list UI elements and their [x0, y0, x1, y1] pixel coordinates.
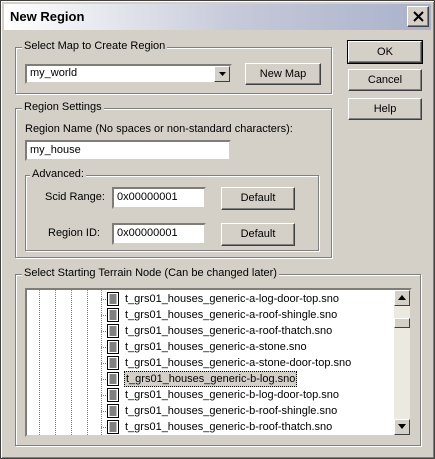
- scroll-down-button[interactable]: [394, 419, 410, 435]
- tree-item[interactable]: t_grs01_houses_generic-b-roof-thatch.sno: [27, 419, 397, 435]
- help-label: Help: [373, 103, 397, 115]
- file-icon: [107, 420, 119, 434]
- map-select-arrow[interactable]: [214, 66, 230, 82]
- map-group: Select Map to Create Region my_world New…: [15, 40, 332, 94]
- tree-item[interactable]: t_grs01_houses_generic-a-stone.sno: [27, 339, 397, 355]
- tree-item[interactable]: t_grs01_houses_generic-b-roof-shingle.sn…: [27, 403, 397, 419]
- file-icon: [107, 388, 119, 402]
- scroll-down-arrow-icon: [398, 424, 406, 429]
- file-icon: [107, 308, 119, 322]
- tree-item-label: t_grs01_houses_generic-a-log-door-top.sn…: [125, 293, 340, 305]
- tree-item-label: t_grs01_houses_generic-b-log.sno: [124, 371, 298, 387]
- terrain-group-label: Select Starting Terrain Node (Can be cha…: [22, 267, 279, 279]
- file-icon: [107, 372, 119, 386]
- region-id-label: Region ID:: [48, 227, 100, 239]
- region-name-value: my_house: [30, 144, 81, 156]
- tree-item-label: t_grs01_houses_generic-b-log-door-top.sn…: [125, 389, 340, 401]
- file-icon: [107, 356, 119, 370]
- tree-item-label: t_grs01_houses_generic-b-roof-thatch.sno: [125, 421, 333, 433]
- advanced-label: Advanced:: [30, 168, 86, 180]
- map-group-label: Select Map to Create Region: [22, 40, 168, 52]
- tree-item-label: t_grs01_houses_generic-a-roof-shingle.sn…: [125, 309, 338, 321]
- scroll-up-button[interactable]: [394, 290, 410, 306]
- tree-item-label: t_grs01_houses_generic-a-stone.sno: [125, 341, 307, 353]
- close-icon: [413, 11, 424, 22]
- cancel-label: Cancel: [367, 74, 403, 86]
- scroll-thumb[interactable]: [394, 318, 410, 328]
- file-icon: [107, 292, 119, 306]
- help-button[interactable]: Help: [348, 98, 422, 120]
- scid-range-value: 0x00000001: [117, 191, 178, 203]
- region-settings-group: Region Settings Region Name (No spaces o…: [15, 101, 332, 258]
- advanced-group: Advanced: Scid Range: 0x00000001 Default…: [25, 168, 319, 251]
- region-name-label: Region Name (No spaces or non-standard c…: [25, 123, 293, 135]
- map-select-value: my_world: [30, 67, 78, 79]
- scid-range-input[interactable]: 0x00000001: [112, 187, 206, 209]
- chevron-down-icon: [219, 72, 226, 76]
- close-button[interactable]: [407, 6, 429, 27]
- map-select[interactable]: my_world: [25, 64, 232, 84]
- scid-default-label: Default: [240, 192, 276, 204]
- terrain-tree[interactable]: t_grs01_houses_generic-a-log-door-top.sn…: [25, 288, 412, 437]
- ok-label: OK: [377, 46, 393, 58]
- file-icon: [107, 324, 119, 338]
- tree-scrollbar[interactable]: [394, 290, 410, 435]
- tree-item[interactable]: t_grs01_houses_generic-a-roof-shingle.sn…: [27, 307, 397, 323]
- tree-item[interactable]: t_grs01_houses_generic-b-log.sno: [27, 371, 397, 387]
- region-name-input[interactable]: my_house: [25, 140, 231, 161]
- region-id-default-button[interactable]: Default: [221, 223, 295, 246]
- tree-item[interactable]: t_grs01_houses_generic-a-roof-thatch.sno: [27, 323, 397, 339]
- region-settings-label: Region Settings: [22, 101, 104, 113]
- cancel-button[interactable]: Cancel: [348, 69, 422, 91]
- region-id-input[interactable]: 0x00000001: [112, 223, 206, 245]
- scroll-up-arrow-icon: [398, 295, 406, 300]
- region-id-default-label: Default: [240, 228, 276, 240]
- scid-default-button[interactable]: Default: [221, 187, 295, 210]
- scid-range-label: Scid Range:: [45, 191, 105, 203]
- tree-item[interactable]: t_grs01_houses_generic-b-log-door-top.sn…: [27, 387, 397, 403]
- tree-item-label: t_grs01_houses_generic-a-stone-door-top.…: [125, 357, 352, 369]
- tree-item-label: t_grs01_houses_generic-a-roof-thatch.sno: [125, 325, 333, 337]
- file-icon: [107, 404, 119, 418]
- ok-button[interactable]: OK: [347, 40, 423, 64]
- tree-item[interactable]: t_grs01_houses_generic-a-log-door-top.sn…: [27, 291, 397, 307]
- tree-item[interactable]: t_grs01_houses_generic-a-stone-door-top.…: [27, 355, 397, 371]
- title-bar[interactable]: New Region: [4, 4, 431, 30]
- new-map-button[interactable]: New Map: [245, 63, 321, 85]
- file-icon: [107, 340, 119, 354]
- window-title: New Region: [10, 9, 85, 24]
- region-id-value: 0x00000001: [117, 227, 178, 239]
- new-region-dialog: New Region Select Map to Create Region m…: [0, 0, 435, 459]
- new-map-label: New Map: [259, 68, 307, 80]
- tree-item-label: t_grs01_houses_generic-b-roof-shingle.sn…: [125, 405, 338, 417]
